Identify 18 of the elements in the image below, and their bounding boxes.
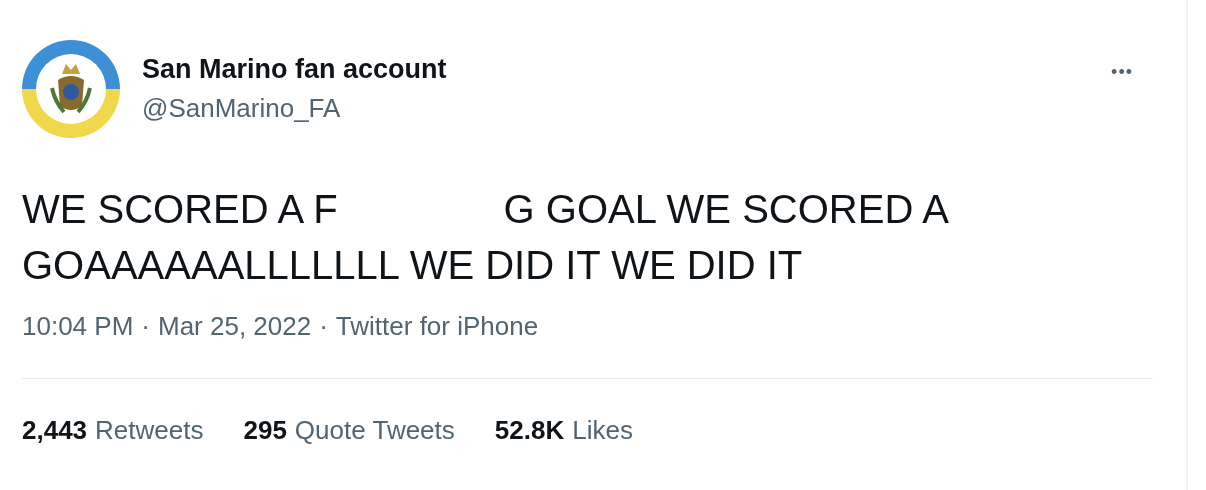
stat-count: 52.8K <box>494 415 565 446</box>
source-link[interactable]: Twitter for iPhone <box>335 311 539 342</box>
separator-dot: · <box>319 311 328 342</box>
avatar-icon[interactable] <box>22 40 120 138</box>
tweet-text: G GOAL WE SCORED A <box>503 186 949 233</box>
stat-count: 295 <box>243 415 287 446</box>
timestamp: Mar 25, 2022 <box>157 311 312 342</box>
separator-dot: · <box>141 311 150 342</box>
tweet-text: WE SCORED A F <box>22 186 338 233</box>
timestamp: 10:04 PM <box>22 311 134 342</box>
stat-label[interactable]: Retweets <box>95 415 204 446</box>
stat-label[interactable]: Quote Tweets <box>294 415 455 446</box>
author-name[interactable]: San Marino fan account <box>142 54 1090 85</box>
stat-label[interactable]: Likes <box>572 415 633 446</box>
tweet-text: GOAAAAAALLLLLLL WE DID IT WE DID IT <box>22 243 803 287</box>
more-icon[interactable]: ••• <box>1111 40 1133 83</box>
author-handle[interactable]: @SanMarino_FA <box>142 93 1090 124</box>
stat-count: 2,443 <box>22 415 88 446</box>
